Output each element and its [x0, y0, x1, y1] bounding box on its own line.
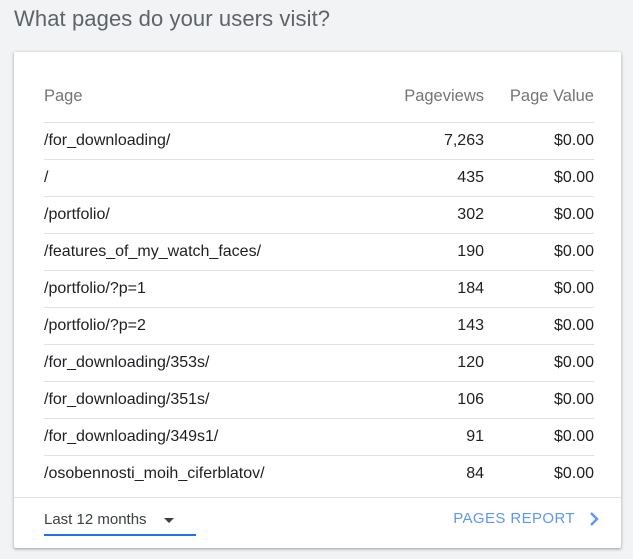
table-row: /for_downloading/351s/ 106 $0.00: [44, 382, 594, 419]
column-header-page-value[interactable]: Page Value: [484, 87, 594, 106]
page-value-cell: $0.00: [553, 206, 594, 223]
page-path-cell: /portfolio/: [44, 206, 110, 223]
page-path-cell: /for_downloading/349s1/: [44, 428, 219, 445]
chevron-right-icon: [590, 511, 599, 526]
page-path-cell: /for_downloading/351s/: [44, 391, 210, 408]
page-value-cell: $0.00: [553, 428, 594, 445]
column-header-pageviews[interactable]: Pageviews: [364, 87, 484, 106]
column-header-page[interactable]: Page: [44, 87, 364, 106]
pages-table: Page Pageviews Page Value /for_downloadi…: [44, 70, 594, 492]
page-value-cell: $0.00: [553, 317, 594, 334]
table-row: /osobennosti_moih_ciferblatov/ 84 $0.00: [44, 456, 594, 492]
page-path-cell: /osobennosti_moih_ciferblatov/: [44, 465, 265, 482]
table-row: /for_downloading/ 7,263 $0.00: [44, 123, 594, 160]
pageviews-cell: 7,263: [443, 132, 484, 149]
table-row: /for_downloading/353s/ 120 $0.00: [44, 345, 594, 382]
page-value-cell: $0.00: [553, 243, 594, 260]
page-value-cell: $0.00: [553, 354, 594, 371]
card-footer: Last 12 months PAGES REPORT: [14, 497, 621, 548]
pageviews-cell: 106: [457, 391, 484, 408]
date-range-dropdown[interactable]: Last 12 months: [44, 508, 196, 536]
table-header-row: Page Pageviews Page Value: [44, 70, 594, 123]
page-path-cell: /for_downloading/353s/: [44, 354, 210, 371]
pageviews-cell: 184: [457, 280, 484, 297]
page-path-cell: /portfolio/?p=1: [44, 280, 146, 297]
pageviews-cell: 435: [457, 169, 484, 186]
page-value-cell: $0.00: [553, 169, 594, 186]
page-value-cell: $0.00: [553, 280, 594, 297]
page-path-cell: /for_downloading/: [44, 132, 171, 149]
pageviews-cell: 143: [457, 317, 484, 334]
table-body: /for_downloading/ 7,263 $0.00 / 435 $0.0…: [44, 123, 594, 492]
table-row: /portfolio/ 302 $0.00: [44, 197, 594, 234]
chevron-down-icon: [164, 518, 174, 523]
pageviews-cell: 91: [466, 428, 484, 445]
page-path-cell: /features_of_my_watch_faces/: [44, 243, 262, 260]
table-row: /features_of_my_watch_faces/ 190 $0.00: [44, 234, 594, 271]
table-row: /portfolio/?p=2 143 $0.00: [44, 308, 594, 345]
date-range-label: Last 12 months: [44, 511, 147, 528]
table-row: /portfolio/?p=1 184 $0.00: [44, 271, 594, 308]
table-row: / 435 $0.00: [44, 160, 594, 197]
pageviews-cell: 84: [466, 465, 484, 482]
page-value-cell: $0.00: [553, 391, 594, 408]
pageviews-cell: 120: [457, 354, 484, 371]
page-title: What pages do your users visit?: [14, 6, 331, 31]
page-path-cell: /portfolio/?p=2: [44, 317, 146, 334]
page-path-cell: /: [44, 169, 49, 186]
pages-report-label: PAGES REPORT: [453, 510, 575, 527]
top-pages-card: Page Pageviews Page Value /for_downloadi…: [14, 52, 621, 548]
pages-report-link[interactable]: PAGES REPORT: [453, 510, 599, 527]
table-row: /for_downloading/349s1/ 91 $0.00: [44, 419, 594, 456]
page-value-cell: $0.00: [553, 132, 594, 149]
pageviews-cell: 302: [457, 206, 484, 223]
pageviews-cell: 190: [457, 243, 484, 260]
page-value-cell: $0.00: [553, 465, 594, 482]
